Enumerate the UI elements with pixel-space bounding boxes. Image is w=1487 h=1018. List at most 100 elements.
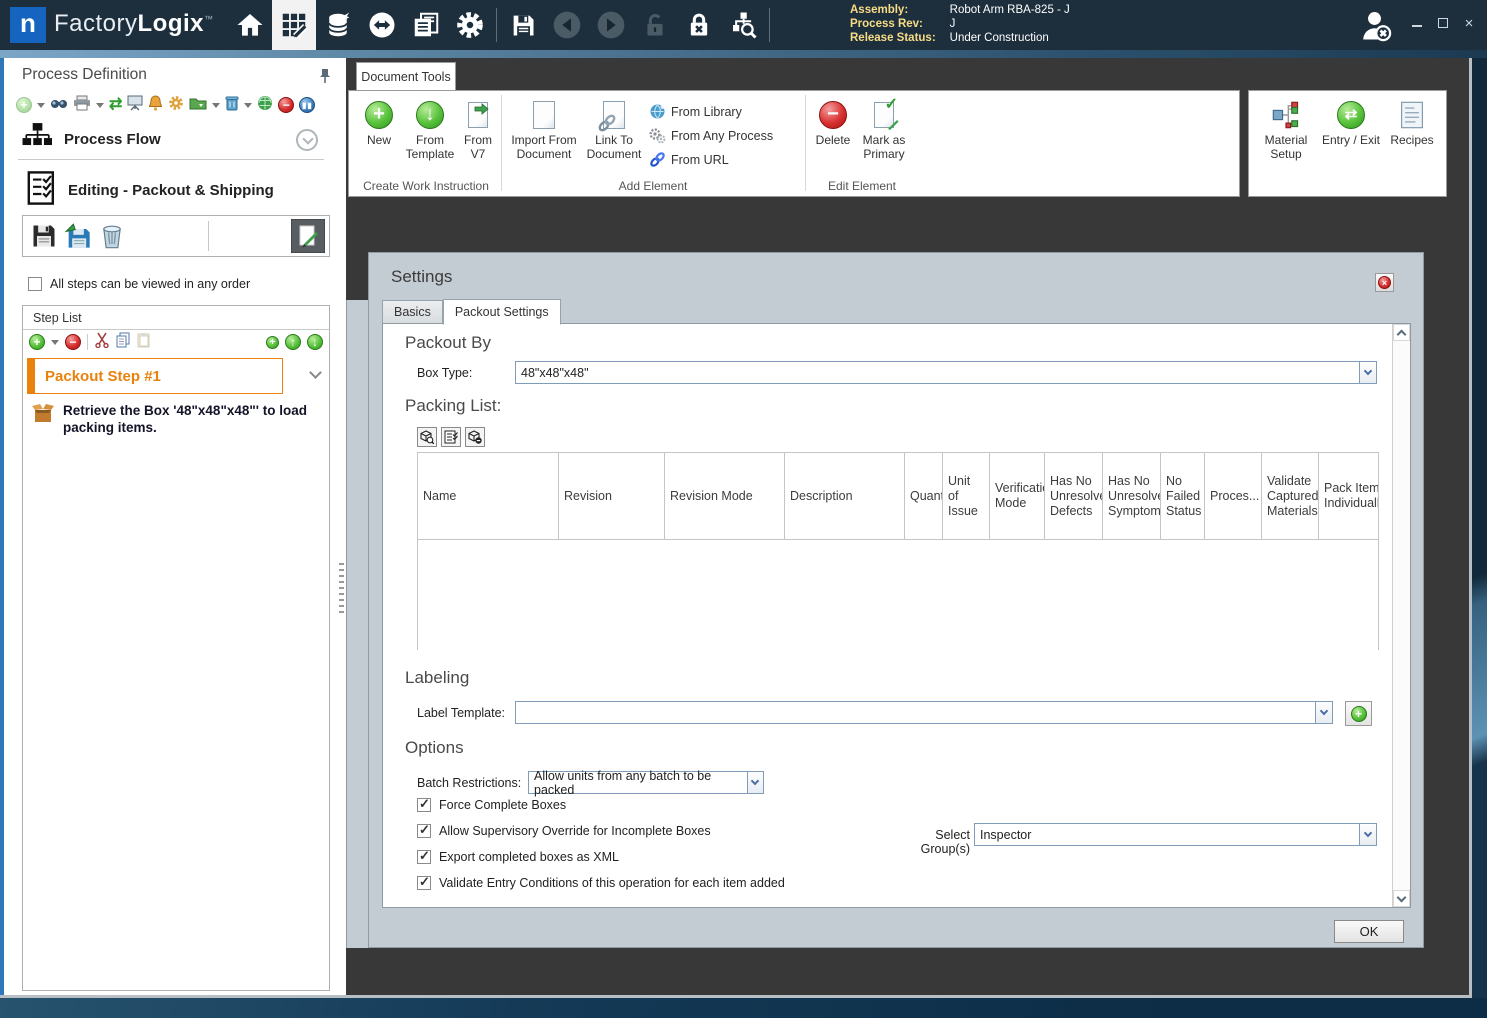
combo-arrow-icon[interactable]: [1315, 702, 1332, 723]
mark-as-primary-button[interactable]: ✓ Mark as Primary: [857, 97, 911, 161]
minimize-button[interactable]: [1405, 12, 1429, 34]
remove-box-icon[interactable]: [465, 427, 485, 447]
exchange-icon[interactable]: ⇄: [109, 97, 122, 113]
add-label-template-button[interactable]: +: [1345, 701, 1372, 726]
add-step-icon[interactable]: +: [29, 334, 45, 350]
box-type-select[interactable]: 48"x48"x48": [515, 361, 1377, 384]
user-logout-icon[interactable]: [1358, 8, 1394, 49]
step-expand-chevron[interactable]: [309, 366, 322, 379]
scroll-down-icon[interactable]: [1393, 890, 1410, 907]
allow-override-row[interactable]: Allow Supervisory Override for Incomplet…: [417, 822, 711, 838]
maximize-button[interactable]: [1431, 12, 1455, 34]
dialog-close-button[interactable]: ×: [1375, 273, 1394, 292]
panel-splitter[interactable]: [337, 58, 346, 995]
save-document-icon[interactable]: [27, 219, 61, 253]
undo-back-icon[interactable]: [545, 0, 589, 50]
delete-element-button[interactable]: − Delete: [811, 99, 855, 148]
pause-icon[interactable]: ▮▮: [299, 97, 316, 113]
trash-dropdown-caret[interactable]: [244, 102, 253, 108]
remove-icon[interactable]: −: [278, 97, 295, 113]
step-instruction-row: Retrieve the Box '48"x48"x48"' to load p…: [31, 402, 327, 436]
from-library-button[interactable]: From Library: [649, 103, 742, 120]
delete-document-icon[interactable]: [95, 219, 129, 253]
combo-arrow-icon[interactable]: [746, 772, 763, 793]
edit-list-icon[interactable]: [441, 427, 461, 447]
view-order-checkbox-row[interactable]: All steps can be viewed in any order: [28, 277, 250, 291]
import-from-document-button[interactable]: Import From Document: [507, 99, 581, 161]
process-search-icon[interactable]: [721, 0, 765, 50]
dialog-scrollbar[interactable]: [1392, 324, 1410, 907]
sync-icon[interactable]: [360, 0, 404, 50]
step-item-packout-1[interactable]: Packout Step #1: [27, 358, 283, 394]
from-v7-button[interactable]: From V7: [459, 99, 497, 161]
link-to-document-button[interactable]: Link To Document: [583, 99, 645, 161]
globe-icon[interactable]: [257, 95, 273, 116]
process-flow-row[interactable]: Process Flow: [22, 122, 322, 157]
column-header: No Failed Status: [1161, 453, 1205, 539]
entry-exit-button[interactable]: ⇄ Entry / Exit: [1321, 99, 1381, 148]
new-work-instruction-button[interactable]: + New: [357, 99, 401, 148]
gear-orange-icon[interactable]: [168, 95, 184, 116]
edit-mode-toggle[interactable]: [291, 219, 325, 253]
find-box-icon[interactable]: [417, 427, 437, 447]
batch-restrictions-select[interactable]: Allow units from any batch to be packed: [528, 769, 764, 797]
unlock-icon[interactable]: [633, 0, 677, 50]
add-dropdown-caret[interactable]: [37, 102, 45, 108]
print-icon[interactable]: [73, 95, 91, 116]
database-import-icon[interactable]: [316, 0, 360, 50]
work-instructions-icon[interactable]: [272, 0, 316, 50]
export-folder-icon[interactable]: [189, 95, 207, 116]
step-instruction-text: Retrieve the Box '48"x48"x48"' to load p…: [63, 403, 307, 435]
select-groups-select[interactable]: Inspector: [974, 823, 1377, 846]
validate-entry-row[interactable]: Validate Entry Conditions of this operat…: [417, 874, 785, 890]
tab-basics[interactable]: Basics: [382, 300, 443, 324]
view-order-checkbox[interactable]: [28, 277, 42, 291]
step-name: Packout Step #1: [45, 367, 161, 385]
paste-icon[interactable]: [137, 332, 150, 353]
lock-close-icon[interactable]: [677, 0, 721, 50]
presentation-icon[interactable]: [127, 95, 143, 116]
redo-forward-icon[interactable]: [589, 0, 633, 50]
cut-icon[interactable]: [94, 332, 110, 353]
save-as-icon[interactable]: [61, 219, 95, 253]
documents-icon[interactable]: [404, 0, 448, 50]
label-template-select[interactable]: [515, 701, 1333, 724]
home-icon[interactable]: [228, 0, 272, 50]
save-icon[interactable]: [501, 0, 545, 50]
delete-trash-icon[interactable]: [225, 95, 239, 116]
force-complete-boxes-row[interactable]: Force Complete Boxes: [417, 796, 566, 812]
recipes-button[interactable]: Recipes: [1387, 99, 1437, 148]
print-dropdown-caret[interactable]: [96, 102, 104, 108]
collapse-down-icon[interactable]: [296, 128, 318, 151]
combo-arrow-icon[interactable]: [1359, 824, 1376, 845]
from-url-button[interactable]: From URL: [649, 151, 729, 168]
scroll-up-icon[interactable]: [1393, 324, 1410, 341]
dialog-content: Packout By Box Type: 48"x48"x48" Packing…: [382, 323, 1411, 908]
settings-gear-icon[interactable]: [448, 0, 492, 50]
export-xml-checkbox[interactable]: [417, 848, 431, 864]
tab-packout-settings[interactable]: Packout Settings: [442, 299, 561, 325]
from-any-process-button[interactable]: From Any Process: [649, 127, 773, 144]
move-down-icon[interactable]: ↓: [307, 334, 323, 350]
pin-icon[interactable]: [318, 68, 332, 89]
force-complete-boxes-checkbox[interactable]: [417, 796, 431, 812]
remove-step-icon[interactable]: −: [65, 334, 81, 350]
move-up-icon[interactable]: ↑: [285, 334, 301, 350]
export-dropdown-caret[interactable]: [212, 102, 221, 108]
material-setup-button[interactable]: Material Setup: [1259, 99, 1313, 161]
allow-override-checkbox[interactable]: [417, 822, 431, 838]
insert-step-icon[interactable]: +: [266, 335, 279, 349]
export-xml-row[interactable]: Export completed boxes as XML: [417, 848, 619, 864]
process-rev-value: J: [949, 18, 956, 30]
validate-entry-checkbox[interactable]: [417, 874, 431, 890]
add-step-caret[interactable]: [51, 339, 59, 345]
tab-document-tools[interactable]: Document Tools: [356, 62, 456, 90]
combo-arrow-icon[interactable]: [1359, 362, 1376, 383]
copy-icon[interactable]: [116, 332, 131, 353]
from-template-button[interactable]: ↓ From Template: [401, 99, 459, 161]
find-icon[interactable]: [50, 95, 68, 116]
add-process-icon[interactable]: +: [16, 97, 32, 113]
bell-icon[interactable]: [148, 94, 163, 116]
ok-button[interactable]: OK: [1334, 920, 1404, 943]
close-button[interactable]: ×: [1457, 12, 1481, 34]
